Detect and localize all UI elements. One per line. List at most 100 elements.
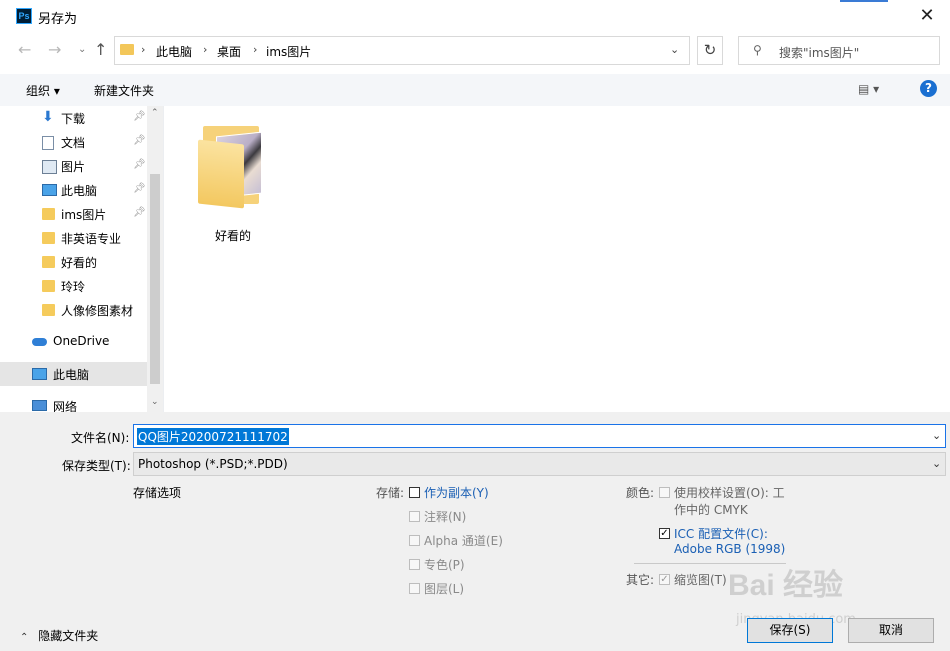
filetype-value: Photoshop (*.PSD;*.PDD) xyxy=(138,457,288,471)
chevron-up-icon: ⌃ xyxy=(20,632,29,643)
layers-label: 图层(L) xyxy=(424,582,465,596)
forward-arrow-icon[interactable]: → xyxy=(48,40,61,59)
nav-item-non-english[interactable]: 非英语专业 xyxy=(0,226,147,250)
filename-field[interactable]: QQ图片20200721111702 ⌄ xyxy=(133,424,946,448)
chevron-down-icon[interactable]: ⌄ xyxy=(932,429,941,442)
breadcrumb-separator-icon[interactable]: › xyxy=(253,43,257,56)
notes-checkbox xyxy=(409,511,420,522)
nav-item-onedrive[interactable]: OneDrive xyxy=(0,330,147,354)
close-button[interactable]: ✕ xyxy=(904,0,950,31)
chevron-up-icon[interactable]: ⌃ xyxy=(151,108,159,118)
nav-item-pictures[interactable]: 图片 📌︎ xyxy=(0,154,147,178)
folder-icon xyxy=(42,280,55,292)
folder-icon xyxy=(42,232,55,244)
nav-item-label: 人像修图素材 xyxy=(61,304,134,318)
pin-icon[interactable]: 📌︎ xyxy=(133,111,146,122)
other-label: 其它: xyxy=(626,573,655,587)
organize-button[interactable]: 组织 ▾ xyxy=(26,82,60,99)
as-copy-label[interactable]: 作为副本(Y) xyxy=(424,484,489,501)
breadcrumb-desktop[interactable]: 桌面 xyxy=(217,43,241,60)
nav-item-label: 下载 xyxy=(61,112,86,126)
navigation-pane: ⬇ 下载 📌︎ 文档 📌︎ 图片 📌︎ 此电脑 📌︎ ims图片 📌︎ 非英语专… xyxy=(0,106,164,414)
save-options-panel: 文件名(N): QQ图片20200721111702 ⌄ 保存类型(T): Ph… xyxy=(0,412,950,651)
download-icon: ⬇ xyxy=(42,109,54,125)
folder-name: 好看的 xyxy=(214,229,251,243)
back-arrow-icon[interactable]: ← xyxy=(18,40,31,59)
window-title: 另存为 xyxy=(38,12,78,27)
filetype-select[interactable]: Photoshop (*.PSD;*.PDD) ⌄ xyxy=(133,452,946,476)
chevron-down-icon[interactable]: ⌄ xyxy=(670,43,679,56)
computer-icon xyxy=(32,368,47,380)
breadcrumb-ims[interactable]: ims图片 xyxy=(266,43,311,60)
chevron-down-icon[interactable]: ⌄ xyxy=(932,457,941,470)
thumbnail-label: 缩览图(T) xyxy=(674,573,727,587)
pin-icon[interactable]: 📌︎ xyxy=(133,159,146,170)
title-bar: Ps 另存为 ✕ xyxy=(0,0,950,31)
proof-setup-label-2: 作中的 CMYK xyxy=(674,503,748,517)
alpha-label: Alpha 通道(E) xyxy=(424,534,503,548)
folder-icon xyxy=(42,304,55,316)
hide-folders-label: 隐藏文件夹 xyxy=(38,629,99,643)
address-bar[interactable]: › 此电脑 › 桌面 › ims图片 ⌄ xyxy=(114,36,690,65)
help-icon[interactable]: ? xyxy=(920,80,937,97)
nav-item-label: 文档 xyxy=(61,136,86,150)
icc-profile-label[interactable]: ICC 配置文件(C): xyxy=(674,525,768,542)
baidu-watermark-logo: Bai 经验 xyxy=(728,569,844,602)
title-accent-line xyxy=(840,0,888,2)
nav-item-downloads[interactable]: ⬇ 下载 📌︎ xyxy=(0,106,147,130)
alpha-checkbox xyxy=(409,535,420,546)
up-arrow-icon[interactable]: ↑ xyxy=(94,40,107,59)
breadcrumb-thispc[interactable]: 此电脑 xyxy=(156,43,192,60)
color-label: 颜色: xyxy=(626,486,655,500)
nav-item-label: 好看的 xyxy=(61,256,98,270)
filename-value[interactable]: QQ图片20200721111702 xyxy=(137,428,289,445)
picture-icon xyxy=(42,160,57,174)
pin-icon[interactable]: 📌︎ xyxy=(133,207,146,218)
storage-label: 存储: xyxy=(376,486,405,500)
breadcrumb-separator-icon[interactable]: › xyxy=(203,43,207,56)
nav-item-haokan[interactable]: 好看的 xyxy=(0,250,147,274)
nav-item-thispc[interactable]: 此电脑 xyxy=(0,362,147,386)
search-input[interactable]: ⚲ 搜索"ims图片" xyxy=(738,36,940,65)
folder-icon xyxy=(120,44,134,55)
nav-item-label: 此电脑 xyxy=(53,368,90,382)
icc-profile-value: Adobe RGB (1998) xyxy=(674,542,786,556)
scrollbar-thumb[interactable] xyxy=(150,174,160,384)
chevron-down-icon[interactable]: ⌄ xyxy=(151,397,159,407)
folder-item[interactable]: 好看的 xyxy=(198,122,268,243)
recent-locations-chevron-icon[interactable]: ⌄ xyxy=(78,44,86,55)
hide-folders-toggle[interactable]: ⌃ 隐藏文件夹 xyxy=(20,627,98,644)
thumbnail-checkbox: ✓ xyxy=(659,574,670,585)
nav-item-network[interactable]: 网络 xyxy=(0,394,147,414)
as-copy-checkbox[interactable] xyxy=(409,487,420,498)
command-toolbar: 组织 ▾ 新建文件夹 ▤ ▾ ? xyxy=(0,74,950,107)
nav-item-thispc-pinned[interactable]: 此电脑 📌︎ xyxy=(0,178,147,202)
file-list: 好看的 xyxy=(164,106,950,412)
save-button[interactable]: 保存(S) xyxy=(747,618,833,643)
nav-item-portrait-material[interactable]: 人像修图素材 xyxy=(0,298,147,322)
nav-item-label: ims图片 xyxy=(61,208,107,222)
pin-icon[interactable]: 📌︎ xyxy=(133,135,146,146)
proof-setup-checkbox xyxy=(659,487,670,498)
icc-profile-checkbox[interactable]: ✓ xyxy=(659,528,670,539)
nav-item-ims[interactable]: ims图片 📌︎ xyxy=(0,202,147,226)
view-options-icon[interactable]: ▤ ▾ xyxy=(858,82,879,96)
filetype-label: 保存类型(T): xyxy=(62,459,131,473)
refresh-icon[interactable]: ↻ xyxy=(697,36,723,65)
nav-item-label: 玲玲 xyxy=(61,280,86,294)
breadcrumb-separator-icon[interactable]: › xyxy=(141,43,145,56)
search-placeholder: 搜索"ims图片" xyxy=(779,46,860,60)
nav-item-documents[interactable]: 文档 📌︎ xyxy=(0,130,147,154)
spot-checkbox xyxy=(409,559,420,570)
nav-item-label: 此电脑 xyxy=(61,184,98,198)
layers-checkbox xyxy=(409,583,420,594)
nav-scrollbar[interactable]: ⌃ ⌄ xyxy=(147,106,163,412)
nav-item-label: OneDrive xyxy=(53,334,110,348)
new-folder-button[interactable]: 新建文件夹 xyxy=(94,82,154,99)
network-icon xyxy=(32,400,47,411)
save-options-heading: 存储选项 xyxy=(133,486,182,500)
nav-item-lingling[interactable]: 玲玲 xyxy=(0,274,147,298)
filename-label: 文件名(N): xyxy=(71,431,130,445)
pin-icon[interactable]: 📌︎ xyxy=(133,183,146,194)
cancel-button[interactable]: 取消 xyxy=(848,618,934,643)
